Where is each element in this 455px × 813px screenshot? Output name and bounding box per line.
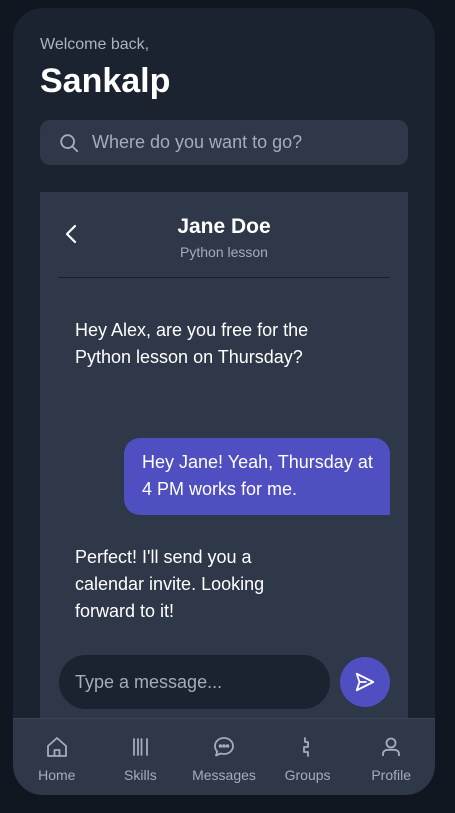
nav-item-home[interactable]: Home xyxy=(17,719,97,795)
nav-item-profile[interactable]: Profile xyxy=(351,719,431,795)
nav-label-groups: Groups xyxy=(284,767,331,783)
message-composer[interactable] xyxy=(59,655,330,709)
home-icon xyxy=(44,734,70,760)
message-outgoing: Hey Jane! Yeah, Thursday at 4 PM works f… xyxy=(124,438,390,515)
nav-label-home: Home xyxy=(38,767,76,783)
messages-icon xyxy=(211,734,237,760)
search-icon xyxy=(58,132,80,154)
groups-icon xyxy=(295,734,321,760)
nav-label-messages: Messages xyxy=(192,767,256,783)
contact-name: Jane Doe xyxy=(177,215,271,238)
welcome-text: Welcome back, xyxy=(40,36,150,53)
message-input[interactable] xyxy=(73,670,317,694)
nav-item-skills[interactable]: Skills xyxy=(100,719,180,795)
back-arrow-icon[interactable] xyxy=(58,216,86,252)
bottom-nav: Home Skills Messages Groups Profile xyxy=(13,718,435,795)
contact-subtitle: Python lesson xyxy=(180,244,268,260)
nav-label-profile: Profile xyxy=(371,767,412,783)
app-screen: Welcome back, Sankalp Jane Doe Python le… xyxy=(13,8,435,795)
search-input[interactable] xyxy=(90,131,394,154)
send-icon xyxy=(354,671,376,693)
nav-item-messages[interactable]: Messages xyxy=(184,719,264,795)
search-bar[interactable] xyxy=(40,120,408,165)
skills-icon xyxy=(127,734,153,760)
nav-item-groups[interactable]: Groups xyxy=(268,719,348,795)
user-name: Sankalp xyxy=(40,62,171,100)
nav-label-skills: Skills xyxy=(124,767,157,783)
message-incoming: Hey Alex, are you free for the Python le… xyxy=(75,320,309,367)
send-button[interactable] xyxy=(340,657,390,707)
chat-header: Jane Doe Python lesson xyxy=(58,192,390,278)
chat-panel: Jane Doe Python lesson Hey Alex, are you… xyxy=(40,192,408,732)
profile-icon xyxy=(378,734,404,760)
message-incoming: Perfect! I'll send you a calendar invite… xyxy=(75,547,265,621)
